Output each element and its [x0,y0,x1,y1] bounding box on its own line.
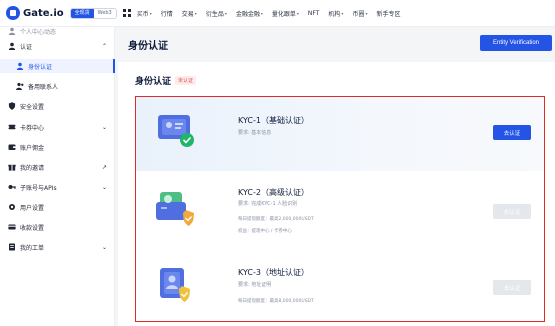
ticket-icon [8,243,16,251]
section-title: 身份认证 [135,77,172,87]
sidebar-item-label: 备用联系人 [28,83,59,91]
nav-item-label: 新手专区 [376,10,401,18]
sidebar-item-label: 收款设置 [20,224,45,232]
nav-item-copy-trading[interactable]: 量化跟单 ▾ [272,9,299,18]
nav-item-label: 机构 [328,10,341,18]
sidebar-item-my-invitations[interactable]: 我的邀请 ↗ [0,160,115,174]
user-icon [8,27,16,35]
sidebar-item-profile[interactable]: 个人中心动态 [0,24,115,38]
sidebar-item-label: 子账号与APIs [20,184,57,192]
gift-icon [8,163,16,171]
nav-item-trade[interactable]: 交易 ▾ [182,9,197,18]
sidebar-item-label: 我的工单 [20,244,45,252]
card-icon [8,223,16,231]
nav-item-community[interactable]: 币圈 ▾ [352,9,367,18]
sidebar-item-backup-contact[interactable]: 备用联系人 [0,79,115,93]
nav-item-buy[interactable]: 买币 ▾ [137,9,152,18]
nav-item-label: 金融金融 [235,10,260,18]
nav-item-label: 量化跟单 [271,10,296,18]
sidebar-item-subaccounts-apis[interactable]: 子账号与APIs ⌄ [0,180,115,194]
status-badge: 未认证 [175,76,197,85]
sidebar-item-label: 用户设置 [20,204,45,212]
sidebar-item-label: 账户佣金 [20,144,45,152]
nav-item-derivatives[interactable]: 衍生品 ▾ [206,9,227,18]
sidebar-item-user-settings[interactable]: 用户设置 [0,200,115,214]
logo[interactable]: Gate.io [6,6,64,20]
platform-option-web3[interactable]: Web3 [93,8,116,18]
sidebar-item-security[interactable]: 安全设置 [0,99,115,113]
sidebar-item-my-tickets[interactable]: 我的工单 ⌄ [0,240,115,254]
chevron-down-icon: ⌄ [101,243,107,251]
nav-item-label: NFT [307,9,320,17]
chevron-down-icon: ▾ [260,10,263,16]
chevron-down-icon: ▾ [341,10,344,16]
chevron-down-icon: ▾ [365,10,368,16]
nav-item-markets[interactable]: 行情 [161,9,173,18]
sidebar-item-label: 我的邀请 [20,164,45,172]
gear-icon [8,203,16,211]
nav-item-nft[interactable]: NFT [308,10,320,17]
ticket-icon [8,123,16,131]
user-icon [16,62,24,70]
nav-item-beginner[interactable]: 新手专区 [376,9,400,18]
chevron-down-icon: ⌄ [101,183,107,191]
sidebar-item-label: 卡券中心 [20,124,45,132]
chevron-down-icon: ▾ [224,10,227,16]
sidebar-item-label: 身份认证 [28,63,53,71]
sidebar-item-verification[interactable]: 认证 ⌃ [0,39,115,53]
sidebar-item-coupon-center[interactable]: 卡券中心 ⌄ [0,120,115,134]
external-link-icon: ↗ [101,163,107,171]
sidebar: 个人中心动态 认证 ⌃ 身份认证 备用联系人 安全设置 卡券中心 ⌄ 账户佣金 … [0,27,115,326]
sidebar-item-label: 安全设置 [20,103,45,111]
sidebar-item-label: 个人中心动态 [20,28,57,36]
kyc-highlight-frame [135,96,545,322]
nav-item-label: 衍生品 [205,10,224,18]
nav-menu: 买币 ▾ 行情 交易 ▾ 衍生品 ▾ 金融金融 ▾ 量化跟单 ▾ NFT 机构 ▾ 币圈 ▾ … [137,9,401,18]
apps-grid-icon[interactable] [122,9,131,17]
sidebar-item-account-commission[interactable]: 账户佣金 [0,140,115,154]
top-navigation: Gate.io 全现货 Web3 买币 ▾ 行情 交易 ▾ 衍生品 ▾ 金融金融 ▾ 量… [0,0,555,27]
sidebar-item-identity-verification[interactable]: 身份认证 [0,59,115,73]
platform-option-exchange[interactable]: 全现货 [70,8,94,18]
chevron-down-icon: ▾ [296,10,299,16]
nav-item-label: 行情 [160,10,173,18]
nav-item-label: 买币 [136,10,149,18]
entity-verification-button[interactable]: Entity Verification [480,35,552,51]
contact-icon [16,82,24,90]
wallet-icon [8,143,16,151]
page-title: 身份认证 [128,41,168,52]
sidebar-item-label: 认证 [20,43,33,51]
sidebar-item-payment-settings[interactable]: 收款设置 [0,220,115,234]
platform-switch[interactable]: 全现货 Web3 [69,7,117,19]
shield-icon [8,102,16,110]
chevron-up-icon: ⌃ [101,42,107,50]
logo-icon [6,6,20,20]
brand-name: Gate.io [23,7,64,19]
nav-item-finance[interactable]: 金融金融 ▾ [236,9,263,18]
chevron-down-icon: ▾ [194,10,197,16]
nav-item-label: 交易 [181,10,194,18]
chevron-down-icon: ⌄ [101,123,107,131]
nav-item-label: 币圈 [352,10,365,18]
chevron-down-icon: ▾ [149,10,152,16]
nav-item-institutional[interactable]: 机构 ▾ [328,9,343,18]
user-icon [8,42,16,50]
key-icon [8,183,16,191]
